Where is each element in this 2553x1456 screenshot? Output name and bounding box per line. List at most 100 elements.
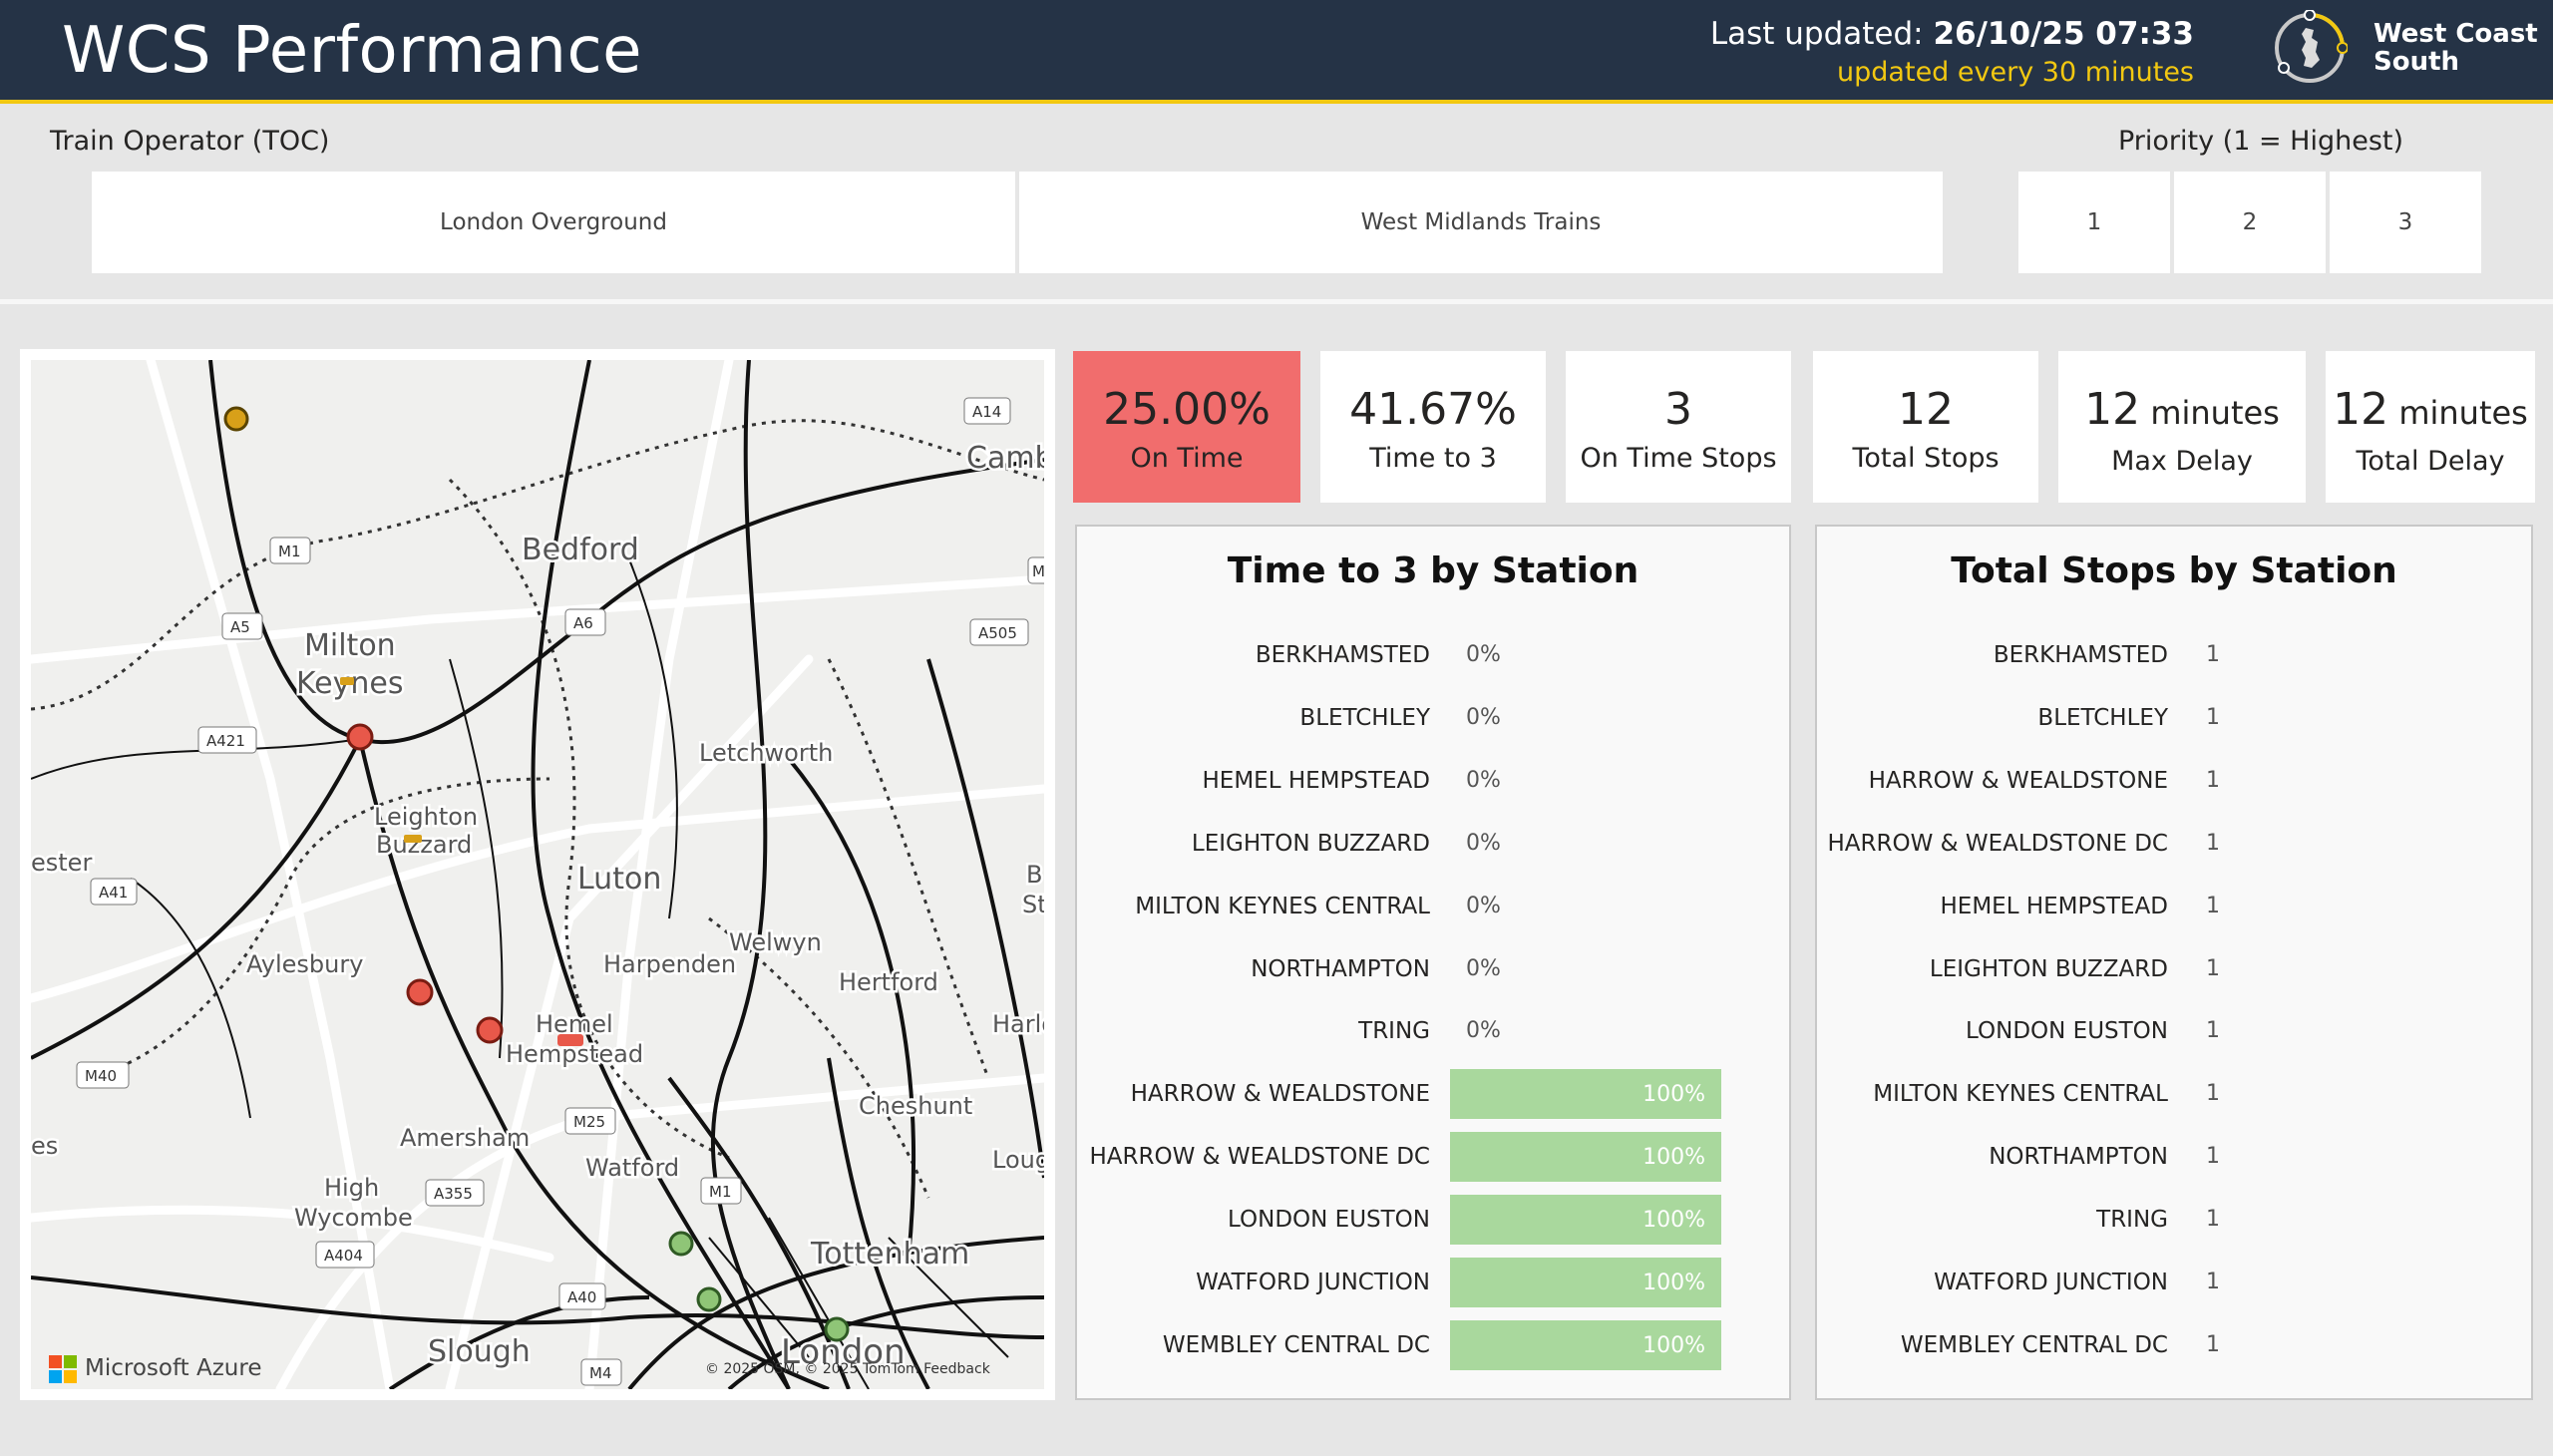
west-coast-logo-icon — [2275, 10, 2348, 83]
toc-option-west-midlands-trains[interactable]: West Midlands Trains — [1019, 172, 1943, 273]
svg-text:Wycombe: Wycombe — [294, 1204, 413, 1232]
table-row[interactable]: BERKHAMSTED 0% — [1077, 630, 1789, 682]
kpi-value-number: 3 — [1664, 384, 1692, 435]
kpi-value-number: 12 — [1898, 384, 1954, 435]
table-row[interactable]: BERKHAMSTED 1 — [1817, 630, 2531, 682]
table-row[interactable]: LONDON EUSTON 1 — [1817, 1006, 2531, 1058]
station-name: WATFORD JUNCTION — [1934, 1270, 2168, 1295]
station-value: 0% — [1466, 767, 1501, 793]
priority-option-2[interactable]: 2 — [2174, 172, 2326, 273]
station-name: LONDON EUSTON — [1966, 1018, 2168, 1045]
kpi-on-time: 25.00% On Time — [1073, 351, 1300, 503]
svg-text:M25: M25 — [573, 1113, 605, 1131]
svg-text:Watford: Watford — [585, 1154, 679, 1182]
station-name: BERKHAMSTED — [1255, 642, 1430, 668]
kpi-value-number: 12 — [2333, 384, 2389, 435]
svg-text:High: High — [324, 1174, 379, 1202]
kpi-total-stops: 12 Total Stops — [1813, 351, 2038, 503]
svg-text:A41: A41 — [99, 884, 128, 902]
table-row[interactable]: LEIGHTON BUZZARD 0% — [1077, 819, 1789, 871]
svg-text:A505: A505 — [978, 624, 1017, 642]
table-row[interactable]: BLETCHLEY 0% — [1077, 693, 1789, 745]
station-value: 1 — [2206, 955, 2220, 981]
svg-text:Buzzard: Buzzard — [376, 831, 472, 859]
station-value: 1 — [2206, 767, 2220, 793]
table-row[interactable]: WATFORD JUNCTION 1 — [1817, 1258, 2531, 1309]
update-frequency: updated every 30 minutes — [1837, 57, 2194, 88]
total-stops-table-title: Total Stops by Station — [1951, 550, 2397, 591]
station-name: HARROW & WEALDSTONE — [1130, 1081, 1430, 1108]
kpi-max-delay-value: 12 minutes — [2058, 385, 2306, 438]
svg-text:Bedford: Bedford — [522, 533, 639, 567]
station-value: 0% — [1466, 642, 1501, 667]
bar-value: 100% — [1642, 1271, 1705, 1295]
bar-value: 100% — [1642, 1208, 1705, 1234]
map-canvas[interactable]: M1 A5 A421 A41 M40 A6 A14 A505 M25 A355 … — [31, 360, 1044, 1389]
svg-text:B: B — [1026, 861, 1042, 889]
kpi-total-delay: 12 minutes Total Delay — [2326, 351, 2535, 503]
priority-slicer-title: Priority (1 = Highest) — [2118, 126, 2404, 157]
station-name: HARROW & WEALDSTONE DC — [1827, 830, 2169, 857]
svg-text:Cheshunt: Cheshunt — [859, 1092, 972, 1120]
kpi-on-time-stops-label: On Time Stops — [1580, 443, 1777, 474]
kpi-on-time-label: On Time — [1130, 443, 1244, 474]
time-to-3-table-title: Time to 3 by Station — [1227, 550, 1640, 591]
kpi-value-unit: minutes — [2388, 394, 2528, 432]
map-copyright[interactable]: © 2025 OSM, © 2025 TomTom Feedback — [705, 1361, 990, 1377]
station-name: HARROW & WEALDSTONE — [1868, 767, 2168, 794]
station-value: 0% — [1466, 955, 1501, 981]
data-bar: 100% — [1450, 1069, 1721, 1120]
station-value: 1 — [2206, 893, 2220, 918]
table-row[interactable]: LEIGHTON BUZZARD 1 — [1817, 944, 2531, 996]
table-row[interactable]: HARROW & WEALDSTONE 1 — [1817, 756, 2531, 808]
station-name: LEIGHTON BUZZARD — [1191, 830, 1430, 857]
kpi-value-unit: minutes — [2140, 394, 2280, 432]
svg-text:A40: A40 — [567, 1288, 596, 1306]
table-row[interactable]: WEMBLEY CENTRAL DC 100% — [1077, 1319, 1789, 1372]
map-visual: M1 A5 A421 A41 M40 A6 A14 A505 M25 A355 … — [20, 349, 1055, 1400]
station-value: 1 — [2206, 1144, 2220, 1170]
table-row[interactable]: MILTON KEYNES CENTRAL 0% — [1077, 882, 1789, 933]
table-row[interactable]: HARROW & WEALDSTONE 100% — [1077, 1069, 1789, 1121]
table-row[interactable]: HARROW & WEALDSTONE DC 100% — [1077, 1132, 1789, 1184]
svg-text:Harlo: Harlo — [992, 1010, 1044, 1038]
kpi-value-number: 41.67% — [1349, 384, 1517, 435]
svg-text:Luton: Luton — [577, 862, 661, 897]
table-row[interactable]: NORTHAMPTON 1 — [1817, 1132, 2531, 1184]
station-name: LEIGHTON BUZZARD — [1929, 955, 2168, 982]
svg-text:Loughton: Loughton — [992, 1146, 1044, 1174]
svg-text:Slough: Slough — [428, 1334, 531, 1369]
header-bar: WCS Performance Last updated: 26/10/25 0… — [0, 0, 2553, 104]
station-value: 0% — [1466, 1018, 1501, 1044]
table-row[interactable]: MILTON KEYNES CENTRAL 1 — [1817, 1069, 2531, 1121]
svg-text:Hemel: Hemel — [536, 1010, 613, 1038]
toc-option-london-overground[interactable]: London Overground — [92, 172, 1015, 273]
table-row[interactable]: LONDON EUSTON 100% — [1077, 1195, 1789, 1247]
station-value: 0% — [1466, 704, 1501, 730]
table-row[interactable]: HEMEL HEMPSTEAD 0% — [1077, 756, 1789, 808]
svg-text:Tottenham: Tottenham — [810, 1237, 969, 1272]
svg-text:A355: A355 — [434, 1185, 473, 1203]
priority-option-1[interactable]: 1 — [2018, 172, 2170, 273]
priority-option-3[interactable]: 3 — [2330, 172, 2481, 273]
station-value: 1 — [2206, 1081, 2220, 1107]
table-row[interactable]: WEMBLEY CENTRAL DC 1 — [1817, 1320, 2531, 1372]
logo-text-line1: West Coast — [2373, 19, 2538, 49]
svg-text:Harpenden: Harpenden — [603, 950, 736, 978]
last-updated: Last updated: 26/10/25 07:33 — [1710, 16, 2194, 52]
table-row[interactable]: HEMEL HEMPSTEAD 1 — [1817, 882, 2531, 933]
table-row[interactable]: WATFORD JUNCTION 100% — [1077, 1258, 1789, 1309]
station-name: WEMBLEY CENTRAL DC — [1162, 1331, 1430, 1358]
bar-value: 100% — [1642, 1145, 1705, 1171]
svg-text:M40: M40 — [85, 1067, 117, 1085]
table-row[interactable]: TRING 1 — [1817, 1195, 2531, 1247]
kpi-total-stops-label: Total Stops — [1852, 443, 2000, 474]
svg-text:M1: M1 — [278, 543, 301, 560]
table-row[interactable]: TRING 0% — [1077, 1006, 1789, 1058]
table-row[interactable]: BLETCHLEY 1 — [1817, 693, 2531, 745]
table-row[interactable]: HARROW & WEALDSTONE DC 1 — [1817, 819, 2531, 871]
last-updated-label: Last updated: — [1709, 16, 1924, 52]
station-name: WATFORD JUNCTION — [1196, 1270, 1430, 1295]
table-row[interactable]: NORTHAMPTON 0% — [1077, 944, 1789, 996]
svg-text:A6: A6 — [573, 614, 593, 632]
